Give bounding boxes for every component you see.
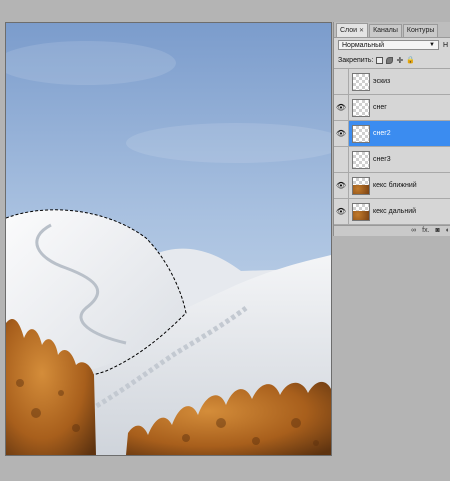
layer-row[interactable]: 👁 снег xyxy=(334,95,450,121)
canvas-artwork xyxy=(6,23,331,455)
tab-paths-label: Контуры xyxy=(406,27,435,34)
tab-channels[interactable]: Каналы xyxy=(369,24,402,37)
panel-tabbar: Слои ✕ Каналы Контуры xyxy=(334,22,450,38)
lock-row: Закрепить: ✛ 🔒 xyxy=(334,52,450,69)
layers-list: эскиз 👁 снег 👁 снег2 снег3 👁 кекс ближни… xyxy=(334,69,450,225)
blend-mode-select[interactable]: Нормальный ▼ xyxy=(338,40,439,50)
eye-icon[interactable]: 👁 xyxy=(334,121,349,146)
document-canvas[interactable] xyxy=(5,22,332,456)
layer-thumbnail xyxy=(352,150,370,169)
opacity-label: Н xyxy=(443,41,449,49)
lock-position-icon[interactable]: ✛ xyxy=(396,56,403,64)
lock-pixels-icon[interactable] xyxy=(386,56,394,64)
fx-icon[interactable]: fx. xyxy=(422,227,429,235)
layer-thumbnail xyxy=(352,72,370,91)
tab-channels-label: Каналы xyxy=(373,27,398,34)
layer-row-selected[interactable]: 👁 снег2 xyxy=(334,121,450,147)
layer-row[interactable]: 👁 кекс ближний xyxy=(334,173,450,199)
layer-row[interactable]: снег3 xyxy=(334,147,450,173)
eye-icon[interactable]: 👁 xyxy=(334,173,349,198)
link-icon[interactable]: ∞ xyxy=(411,227,416,235)
chevron-down-icon: ▼ xyxy=(429,42,435,48)
layer-row[interactable]: 👁 кекс дальний xyxy=(334,199,450,225)
mask-icon[interactable]: ◙ xyxy=(436,227,440,235)
layer-thumbnail xyxy=(352,98,370,117)
layer-name: снег2 xyxy=(373,130,391,137)
layer-name: кекс ближний xyxy=(373,182,417,189)
visibility-toggle[interactable] xyxy=(334,69,349,94)
layer-row[interactable]: эскиз xyxy=(334,69,450,95)
close-icon[interactable]: ✕ xyxy=(359,25,364,37)
blend-row: Нормальный ▼ Н xyxy=(334,38,450,52)
layers-panel: Слои ✕ Каналы Контуры Нормальный ▼ Н Зак… xyxy=(333,22,450,236)
visibility-toggle[interactable] xyxy=(334,147,349,172)
layer-thumbnail xyxy=(352,176,370,195)
layer-name: снег xyxy=(373,104,387,111)
lock-label: Закрепить: xyxy=(338,56,374,64)
lock-transparency-icon[interactable] xyxy=(376,56,384,64)
layer-name: эскиз xyxy=(373,78,391,85)
layer-thumbnail xyxy=(352,124,370,143)
eye-icon[interactable]: 👁 xyxy=(334,95,349,120)
panel-bottom-bar: ∞ fx. ◙ ◐ xyxy=(334,225,450,236)
lock-all-icon[interactable]: 🔒 xyxy=(406,57,415,64)
layer-thumbnail xyxy=(352,202,370,221)
layer-name: кекс дальний xyxy=(373,208,417,215)
layer-name: снег3 xyxy=(373,156,391,163)
tab-layers[interactable]: Слои ✕ xyxy=(336,23,369,37)
adjustment-icon[interactable]: ◐ xyxy=(446,227,450,235)
tab-layers-label: Слои xyxy=(340,26,358,34)
blend-mode-value: Нормальный xyxy=(342,41,385,49)
eye-icon[interactable]: 👁 xyxy=(334,199,349,224)
tab-paths[interactable]: Контуры xyxy=(402,24,439,37)
